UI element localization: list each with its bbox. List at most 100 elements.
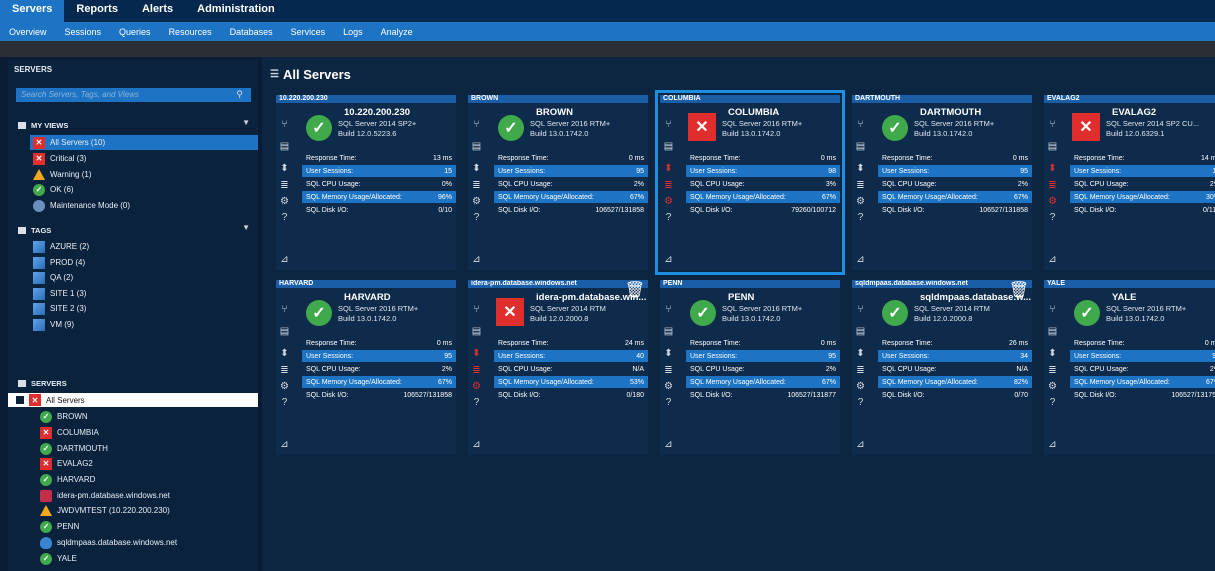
server-penn[interactable]: ✓ PENN — [40, 519, 250, 534]
server-card[interactable]: COLUMBIA ⑂ ▤ ⬍ ≣ ⚙? ⊿ ✕ COLUMBIA SQL Server 2016 … — [655, 90, 845, 275]
chart-icon[interactable]: ⊿ — [663, 254, 674, 265]
gear-icon[interactable]: ⚙ — [663, 196, 674, 207]
server-columbia[interactable]: ✕ COLUMBIA — [40, 425, 250, 440]
report-icon[interactable]: ▤ — [1047, 141, 1058, 152]
list-icon[interactable]: ≣ — [471, 365, 482, 376]
gear-icon[interactable]: ⚙ — [471, 196, 482, 207]
help-icon[interactable]: ? — [279, 397, 290, 408]
report-icon[interactable]: ▤ — [279, 141, 290, 152]
server-brown[interactable]: ✓ BROWN — [40, 409, 250, 424]
gear-icon[interactable]: ⚙ — [855, 196, 866, 207]
nav-reports[interactable]: Reports — [64, 0, 130, 22]
server-card[interactable]: BROWN ⑂ ▤ ⬍ ≣ ⚙? ⊿ ✓ BROWN SQL Server 2016 RTM+ Bu… — [468, 95, 648, 270]
branch-icon[interactable]: ⑂ — [1047, 119, 1058, 130]
subnav-queries[interactable]: Queries — [110, 27, 160, 37]
view-ok[interactable]: ✓ OK (6) — [30, 182, 258, 197]
gear-icon[interactable]: ⚙ — [279, 196, 290, 207]
branch-icon[interactable]: ⑂ — [855, 304, 866, 315]
help-icon[interactable]: ? — [471, 397, 482, 408]
tree-icon[interactable]: ⬍ — [855, 348, 866, 359]
report-icon[interactable]: ▤ — [663, 141, 674, 152]
branch-icon[interactable]: ⑂ — [663, 304, 674, 315]
subnav-overview[interactable]: Overview — [0, 27, 56, 37]
list-icon[interactable]: ≣ — [279, 180, 290, 191]
nav-administration[interactable]: Administration — [185, 0, 287, 22]
server-sqldmpaas[interactable]: sqldmpaas.database.windows.net — [40, 535, 250, 550]
chart-icon[interactable]: ⊿ — [471, 254, 482, 265]
gear-icon[interactable]: ⚙ — [279, 381, 290, 392]
branch-icon[interactable]: ⑂ — [1047, 304, 1058, 315]
checkbox[interactable] — [16, 396, 24, 404]
list-icon[interactable]: ≣ — [855, 365, 866, 376]
server-card[interactable]: idera-pm.database.windows.net 🗑 ⑂ ▤ ⬍ ≣ ⚙? ⊿ ✕ id… — [468, 280, 648, 455]
server-card[interactable]: YALE ⑂ ▤ ⬍ ≣ ⚙? ⊿ ✓ YALE SQL Server 2016 RTM+ Buil… — [1044, 280, 1215, 455]
tag-vm[interactable]: VM (9) — [30, 317, 258, 332]
all-servers-tree-node[interactable]: ✕ All Servers — [8, 393, 258, 407]
view-maintenance[interactable]: Maintenance Mode (0) — [30, 198, 258, 213]
report-icon[interactable]: ▤ — [279, 326, 290, 337]
tag-qa[interactable]: QA (2) — [30, 270, 258, 285]
collapse-icon[interactable]: ▼ — [242, 118, 250, 127]
subnav-analyze[interactable]: Analyze — [372, 27, 422, 37]
subnav-databases[interactable]: Databases — [221, 27, 282, 37]
tree-icon[interactable]: ⬍ — [279, 163, 290, 174]
chart-icon[interactable]: ⊿ — [279, 254, 290, 265]
report-icon[interactable]: ▤ — [855, 141, 866, 152]
view-all-servers[interactable]: ✕ All Servers (10) — [30, 135, 258, 150]
gear-icon[interactable]: ⚙ — [663, 381, 674, 392]
subnav-logs[interactable]: Logs — [334, 27, 372, 37]
tree-icon[interactable]: ⬍ — [663, 163, 674, 174]
server-yale[interactable]: ✓ YALE — [40, 551, 250, 566]
tag-site2[interactable]: SITE 2 (3) — [30, 301, 258, 316]
server-idera-pm[interactable]: idera-pm.database.windows.net — [40, 488, 250, 503]
list-icon[interactable]: ≣ — [279, 365, 290, 376]
chart-icon[interactable]: ⊿ — [855, 439, 866, 450]
tag-site1[interactable]: SITE 1 (3) — [30, 286, 258, 301]
tree-icon[interactable]: ⬍ — [663, 348, 674, 359]
subnav-services[interactable]: Services — [282, 27, 335, 37]
list-icon[interactable]: ≣ — [663, 180, 674, 191]
tree-icon[interactable]: ⬍ — [1047, 348, 1058, 359]
chart-icon[interactable]: ⊿ — [855, 254, 866, 265]
list-icon[interactable]: ≣ — [1047, 365, 1058, 376]
list-icon[interactable]: ≣ — [855, 180, 866, 191]
chart-icon[interactable]: ⊿ — [1047, 439, 1058, 450]
search-input[interactable]: Search Servers, Tags, and Views ⚲ — [16, 88, 251, 102]
server-card[interactable]: HARVARD ⑂ ▤ ⬍ ≣ ⚙? ⊿ ✓ HARVARD SQL Server 2016 RT… — [276, 280, 456, 455]
server-jwdvmtest[interactable]: JWDVMTEST (10.220.200.230) — [40, 503, 250, 518]
nav-servers[interactable]: Servers — [0, 0, 65, 22]
gear-icon[interactable]: ⚙ — [471, 381, 482, 392]
tag-azure[interactable]: AZURE (2) — [30, 239, 258, 254]
tree-icon[interactable]: ⬍ — [471, 163, 482, 174]
list-icon[interactable]: ≣ — [663, 365, 674, 376]
server-card[interactable]: sqldmpaas.database.windows.net 🗑 ⑂ ▤ ⬍ ≣ ⚙? ⊿ ✓ s… — [852, 280, 1032, 455]
server-card[interactable]: EVALAG2 ⑂ ▤ ⬍ ≣ ⚙? ⊿ ✕ EVALAG2 SQL Server 2014 SP… — [1044, 95, 1215, 270]
tags-header[interactable]: TAGS ▼ — [8, 220, 258, 236]
gear-icon[interactable]: ⚙ — [1047, 196, 1058, 207]
chart-icon[interactable]: ⊿ — [1047, 254, 1058, 265]
help-icon[interactable]: ? — [471, 212, 482, 223]
tag-prod[interactable]: PROD (4) — [30, 255, 258, 270]
list-icon[interactable]: ≣ — [471, 180, 482, 191]
server-harvard[interactable]: ✓ HARVARD — [40, 472, 250, 487]
tree-icon[interactable]: ⬍ — [471, 348, 482, 359]
report-icon[interactable]: ▤ — [855, 326, 866, 337]
servers-header[interactable]: SERVERS — [8, 373, 258, 389]
branch-icon[interactable]: ⑂ — [279, 119, 290, 130]
search-icon[interactable]: ⚲ — [236, 89, 243, 100]
tree-icon[interactable]: ⬍ — [279, 348, 290, 359]
gear-icon[interactable]: ⚙ — [1047, 381, 1058, 392]
help-icon[interactable]: ? — [855, 397, 866, 408]
report-icon[interactable]: ▤ — [471, 141, 482, 152]
branch-icon[interactable]: ⑂ — [279, 304, 290, 315]
tree-icon[interactable]: ⬍ — [1047, 163, 1058, 174]
chart-icon[interactable]: ⊿ — [471, 439, 482, 450]
branch-icon[interactable]: ⑂ — [471, 119, 482, 130]
subnav-resources[interactable]: Resources — [160, 27, 221, 37]
chart-icon[interactable]: ⊿ — [279, 439, 290, 450]
report-icon[interactable]: ▤ — [471, 326, 482, 337]
branch-icon[interactable]: ⑂ — [855, 119, 866, 130]
view-critical[interactable]: ✕ Critical (3) — [30, 151, 258, 166]
report-icon[interactable]: ▤ — [1047, 326, 1058, 337]
help-icon[interactable]: ? — [663, 212, 674, 223]
